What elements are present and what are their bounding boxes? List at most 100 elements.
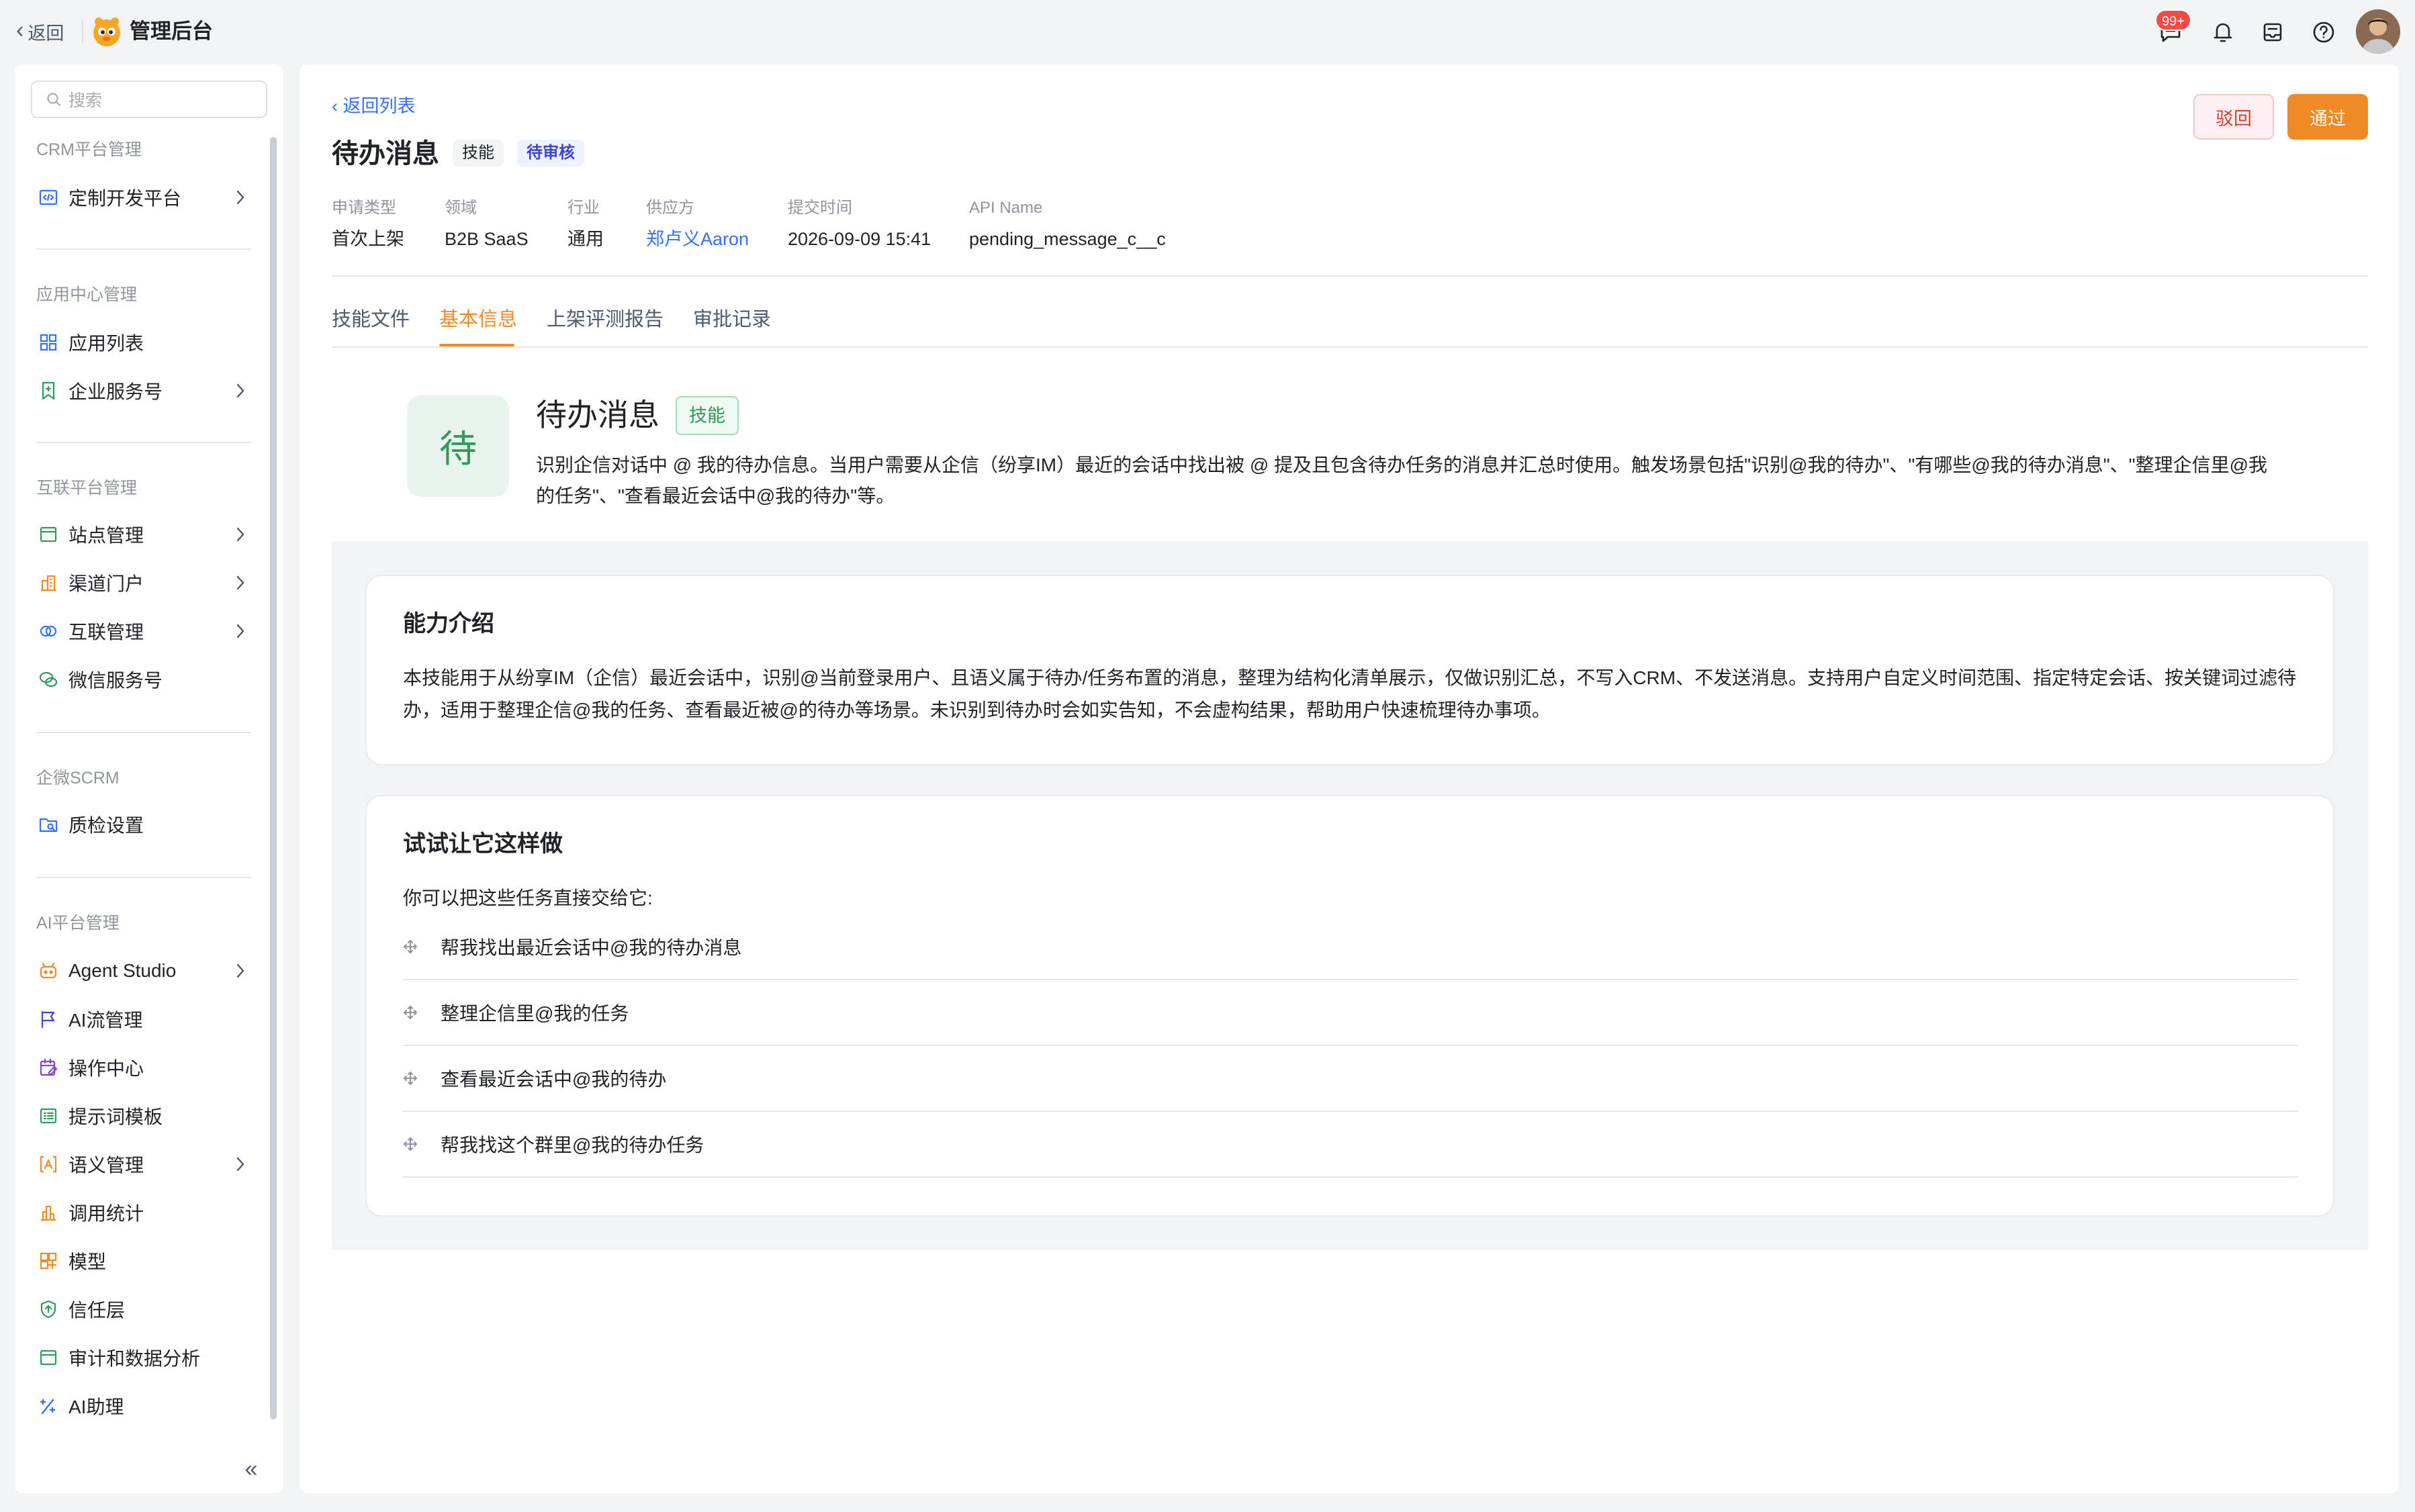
double-chevron-left-icon: « [244, 1456, 258, 1482]
chevron-right-icon [230, 380, 251, 401]
inbox-icon[interactable] [2258, 17, 2287, 47]
chevron-right-icon [230, 524, 251, 545]
bar-chart-icon [38, 1202, 59, 1223]
grid-icon [38, 332, 59, 353]
search-icon [47, 93, 61, 107]
sidebar-item-operation-center[interactable]: 操作中心 [38, 1049, 259, 1086]
task-item[interactable]: 帮我找出最近会话中@我的待办消息 [403, 914, 2298, 980]
chevron-right-icon [230, 572, 251, 594]
sidebar-item-quality-settings[interactable]: 质检设置 [38, 806, 259, 843]
status-badge: 待审核 [517, 140, 584, 167]
reject-button[interactable]: 驳回 [2193, 94, 2274, 140]
group-title-ai-platform: AI平台管理 [36, 914, 120, 933]
sidebar-item-prompt-template[interactable]: 提示词模板 [38, 1097, 259, 1135]
skill-avatar: 待 [407, 395, 509, 497]
drag-handle-icon[interactable] [403, 1137, 441, 1151]
sidebar-item-call-statistics[interactable]: 调用统计 [38, 1194, 259, 1231]
group-title-app-center: 应用中心管理 [36, 285, 138, 304]
sidebar-item-site-management[interactable]: 站点管理 [38, 516, 259, 553]
drag-handle-icon[interactable] [403, 1071, 441, 1086]
back-button[interactable]: ‹ 返回 [16, 16, 64, 47]
meta-value-industry: 通用 [567, 229, 604, 249]
sidebar-item-label: 应用列表 [69, 333, 144, 354]
capability-text: 本技能用于从纷享IM（企信）最近会话中，识别@当前登录用户、且语义属于待办/任务… [403, 667, 2297, 720]
message-count-badge: 99+ [2155, 9, 2191, 31]
sidebar-item-label: AI助理 [69, 1397, 124, 1417]
skill-description: 识别企信对话中 @ 我的待办信息。当用户需要从企信（纷享IM）最近的会话中找出被… [536, 455, 2268, 506]
chevron-right-icon [230, 620, 251, 642]
meta-value-supplier-link[interactable]: 郑卢义Aaron [646, 227, 749, 251]
meta-value-domain: B2B SaaS [445, 229, 529, 249]
link-circles-icon [38, 620, 59, 642]
sidebar-item-label: AI流管理 [69, 1010, 143, 1031]
meta-label-apply-type: 申请类型 [332, 199, 396, 217]
sidebar-item-channel-portal[interactable]: 渠道门户 [38, 564, 259, 602]
task-text: 查看最近会话中@我的待办 [441, 1069, 667, 1090]
sidebar-item-app-list[interactable]: 应用列表 [38, 324, 259, 361]
sidebar-item-agent-studio[interactable]: Agent Studio [38, 952, 259, 990]
sidebar-scrollbar[interactable] [270, 137, 277, 1419]
approve-button[interactable]: 通过 [2287, 94, 2368, 140]
sidebar-item-wechat-service-account[interactable]: 微信服务号 [38, 661, 259, 698]
tab-approval-records[interactable]: 审批记录 [693, 306, 771, 333]
chevron-right-icon [230, 960, 251, 982]
meta-label-domain: 领域 [445, 199, 477, 217]
sidebar-item-label: 信任层 [69, 1300, 126, 1321]
type-tag: 技能 [453, 140, 504, 167]
sidebar-item-semantic-management[interactable]: 语义管理 [38, 1145, 259, 1183]
meta-label-industry: 行业 [567, 199, 600, 217]
meta-value-apply-type: 首次上架 [332, 229, 404, 249]
try-it-intro: 你可以把这些任务直接交给它: [403, 888, 653, 908]
wechat-icon [38, 669, 59, 690]
sidebar-divider [36, 732, 251, 733]
help-icon[interactable] [2309, 17, 2338, 47]
meta-value-submit-time: 2026-09-09 15:41 [788, 229, 931, 249]
skill-name: 待办消息 [536, 397, 659, 432]
bell-icon[interactable] [2208, 17, 2238, 47]
tab-skill-files[interactable]: 技能文件 [332, 306, 410, 333]
sidebar-item-model[interactable]: 模型 [38, 1242, 259, 1280]
task-item[interactable]: 整理企信里@我的任务 [403, 980, 2298, 1046]
sidebar-item-ai-assistant[interactable]: AI助理 [38, 1387, 259, 1425]
tabs-divider [332, 346, 2368, 348]
sidebar-item-custom-dev-platform[interactable]: 定制开发平台 [38, 179, 259, 216]
task-text: 帮我找这个群里@我的待办任务 [441, 1135, 704, 1155]
sidebar-item-label: 微信服务号 [69, 670, 163, 691]
tab-basic-info[interactable]: 基本信息 [439, 306, 517, 333]
task-item[interactable]: 查看最近会话中@我的待办 [403, 1046, 2298, 1112]
meta-divider [332, 275, 2368, 277]
task-text: 帮我找出最近会话中@我的待办消息 [441, 937, 742, 958]
chevron-right-icon [230, 1153, 251, 1175]
task-item[interactable]: 帮我找这个群里@我的待办任务 [403, 1112, 2298, 1178]
code-icon [38, 187, 59, 208]
building-icon [38, 572, 59, 594]
sidebar-item-label: 企业服务号 [69, 381, 163, 402]
template-icon [38, 1105, 59, 1127]
bookmark-icon [38, 380, 59, 401]
meta-label-api-name: API Name [969, 199, 1043, 217]
page-title: 待办消息 [332, 139, 439, 169]
back-to-list-link[interactable]: ‹ 返回列表 [332, 94, 416, 118]
sidebar-item-label: 审计和数据分析 [69, 1348, 201, 1369]
tab-evaluation-report[interactable]: 上架评测报告 [547, 306, 664, 333]
sidebar: 搜索 CRM平台管理 定制开发平台 应用中心管理 应用列表 企业服务号 互联平台… [15, 64, 283, 1493]
sidebar-item-trust-layer[interactable]: 信任层 [38, 1290, 259, 1328]
sidebar-item-ai-flow[interactable]: AI流管理 [38, 1000, 259, 1038]
collapse-sidebar-button[interactable]: « [236, 1454, 266, 1484]
sidebar-item-label: 语义管理 [69, 1155, 144, 1176]
shield-icon [38, 1298, 59, 1320]
sidebar-item-label: 站点管理 [69, 525, 144, 546]
group-title-scrm: 企微SCRM [36, 769, 120, 788]
sidebar-divider [36, 442, 251, 443]
try-it-title: 试试让它这样做 [403, 831, 563, 857]
sidebar-search-input[interactable]: 搜索 [31, 81, 267, 118]
sidebar-item-interconnect-management[interactable]: 互联管理 [38, 612, 259, 650]
top-bar: ‹ 返回 管理后台 99+ [0, 0, 2415, 63]
drag-handle-icon[interactable] [403, 939, 441, 954]
sidebar-item-audit-analytics[interactable]: 审计和数据分析 [38, 1339, 259, 1376]
user-avatar[interactable] [2356, 9, 2400, 54]
sidebar-item-enterprise-service-account[interactable]: 企业服务号 [38, 372, 259, 410]
search-placeholder: 搜索 [69, 91, 103, 110]
drag-handle-icon[interactable] [403, 1005, 441, 1020]
meta-label-submit-time: 提交时间 [788, 199, 852, 217]
